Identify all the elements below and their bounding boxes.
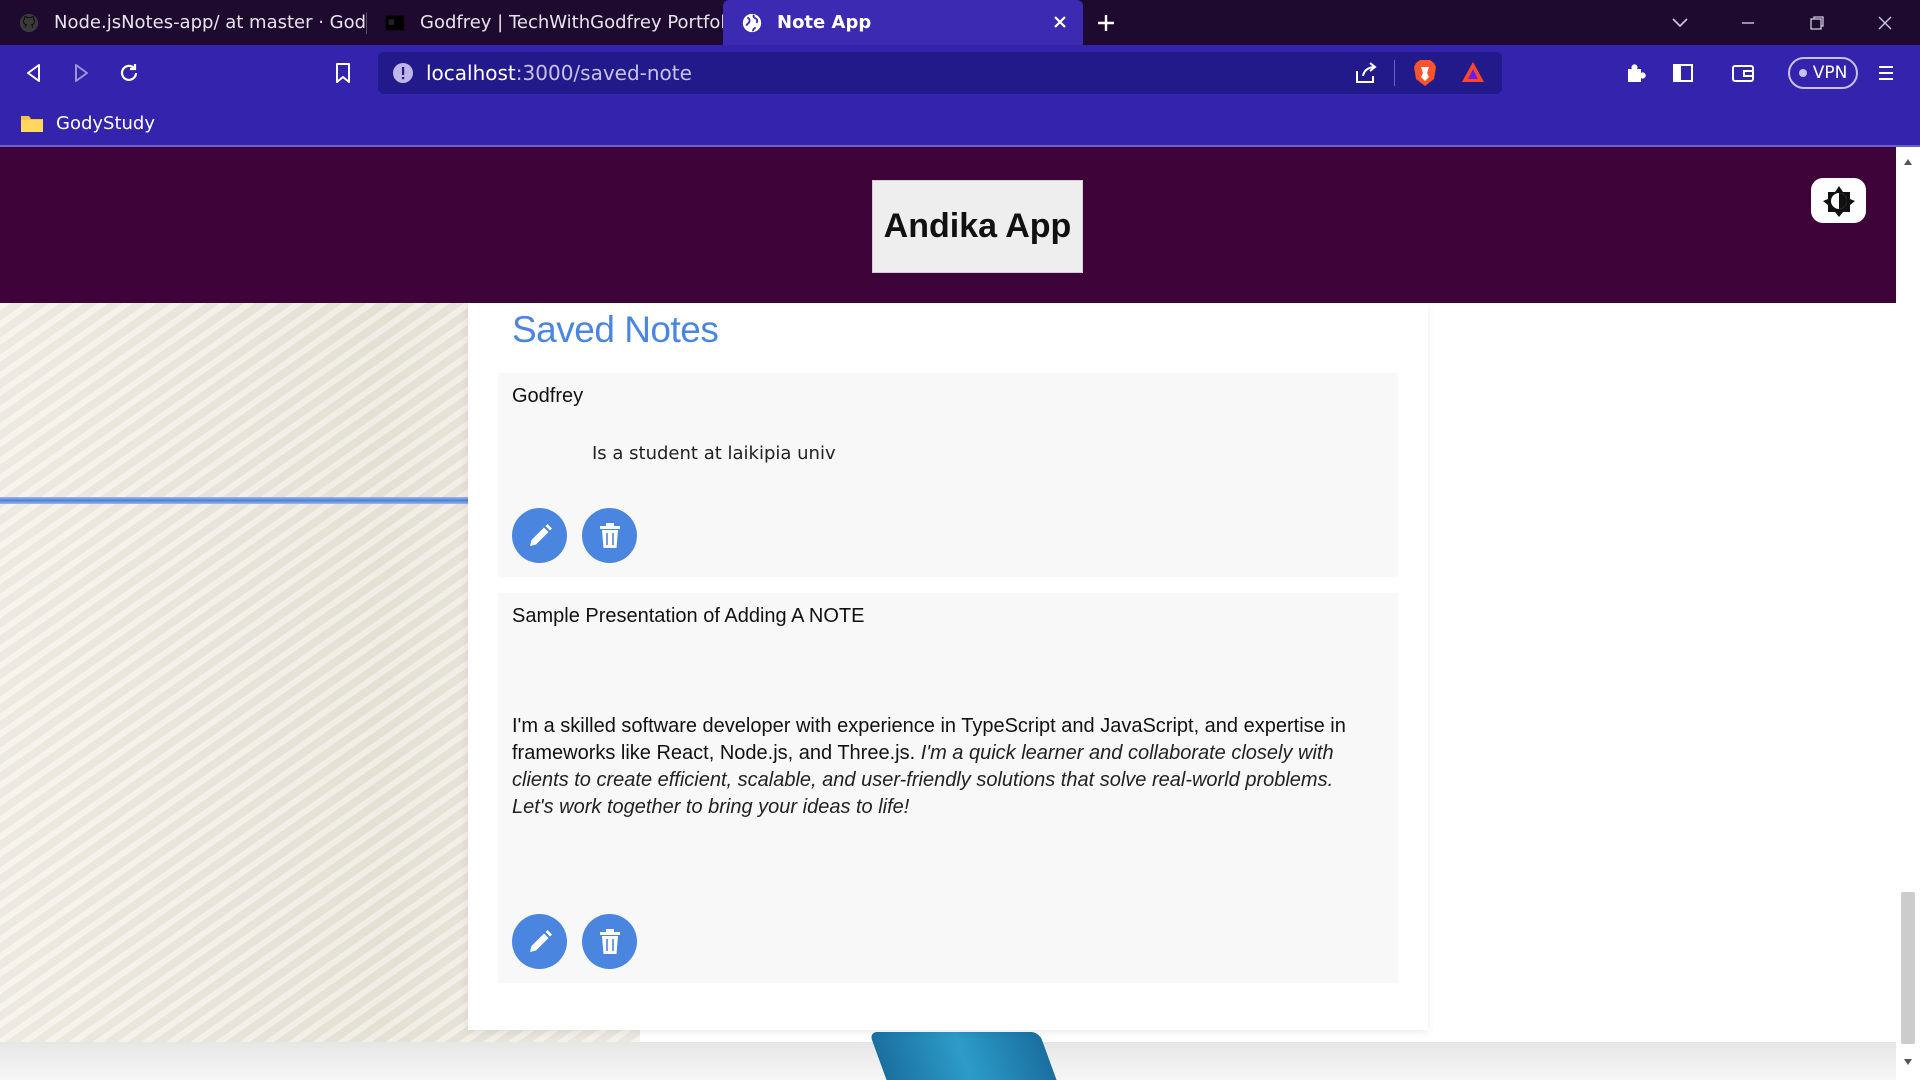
forward-arrow-icon bbox=[75, 64, 88, 82]
scrollbar-thumb[interactable] bbox=[1901, 892, 1915, 1044]
note-actions bbox=[512, 508, 637, 563]
url-text[interactable]: localhost:3000/saved-note bbox=[426, 61, 692, 85]
tab-strip: Node.jsNotes-app/ at master · GodyRe God… bbox=[0, 0, 1920, 45]
background-stripe bbox=[0, 497, 468, 504]
restore-icon bbox=[1810, 15, 1824, 30]
restore-button[interactable] bbox=[1792, 0, 1842, 45]
address-bar[interactable]: localhost:3000/saved-note bbox=[378, 52, 1502, 94]
scroll-down-arrow-icon[interactable] bbox=[1896, 1051, 1920, 1073]
background-graphic bbox=[869, 1032, 1061, 1080]
chevron-down-icon bbox=[1672, 17, 1688, 27]
bookmarks-bar: GodyStudy bbox=[0, 100, 1920, 147]
note-card: Sample Presentation of Adding A NOTE I'm… bbox=[498, 593, 1398, 983]
brightness-icon bbox=[1822, 185, 1855, 217]
minimize-button[interactable] bbox=[1723, 0, 1773, 45]
note-title: Sample Presentation of Adding A NOTE bbox=[512, 605, 865, 627]
puzzle-icon bbox=[1628, 64, 1646, 82]
url-path: :3000/saved-note bbox=[515, 61, 692, 85]
note-title: Godfrey bbox=[512, 385, 584, 407]
pencil-icon bbox=[529, 929, 552, 952]
vpn-label: VPN bbox=[1812, 63, 1848, 83]
trash-icon bbox=[599, 928, 620, 954]
site-favicon-icon bbox=[385, 15, 405, 30]
minimize-icon bbox=[1742, 21, 1754, 24]
vpn-button[interactable]: VPN bbox=[1788, 57, 1858, 89]
bookmark-folder[interactable]: GodyStudy bbox=[20, 109, 155, 137]
vertical-scrollbar[interactable] bbox=[1896, 147, 1920, 1080]
tab-title: Note App bbox=[777, 12, 872, 33]
note-card: Godfrey Is a student at laikipia univ bbox=[498, 373, 1398, 577]
notes-panel: Saved Notes Godfrey Is a student at laik… bbox=[468, 303, 1428, 1030]
tab-title: Godfrey | TechWithGodfrey Portfolio bbox=[420, 12, 723, 33]
reload-icon bbox=[120, 64, 138, 81]
address-divider bbox=[1394, 60, 1395, 86]
share-icon[interactable] bbox=[1353, 61, 1379, 89]
sidebar-button[interactable] bbox=[1665, 55, 1701, 91]
url-host: localhost bbox=[426, 61, 516, 85]
menu-button[interactable] bbox=[1868, 55, 1904, 91]
close-tab-icon[interactable] bbox=[1047, 9, 1073, 35]
hamburger-menu-icon bbox=[1879, 66, 1893, 80]
app-brand[interactable]: Andika App bbox=[872, 180, 1083, 273]
wallet-icon bbox=[1732, 65, 1754, 82]
sidebar-icon bbox=[1673, 64, 1693, 82]
edit-note-button[interactable] bbox=[512, 508, 567, 563]
plus-icon bbox=[1098, 14, 1114, 31]
note-actions bbox=[512, 914, 637, 969]
vpn-status-dot bbox=[1798, 69, 1807, 77]
brave-rewards-icon[interactable] bbox=[1460, 60, 1486, 88]
site-info-icon[interactable] bbox=[392, 62, 414, 84]
extensions-button[interactable] bbox=[1617, 55, 1653, 91]
back-button[interactable] bbox=[16, 55, 52, 91]
tab-github[interactable]: Node.jsNotes-app/ at master · GodyRe bbox=[0, 0, 366, 45]
bookmark-button[interactable] bbox=[325, 55, 361, 91]
tab-portfolio[interactable]: Godfrey | TechWithGodfrey Portfolio bbox=[366, 0, 723, 45]
tab-search-button[interactable] bbox=[1655, 0, 1705, 45]
close-icon bbox=[1878, 16, 1892, 29]
bookmark-label: GodyStudy bbox=[56, 112, 156, 134]
web-page: Andika App Saved Notes Godfrey Is a stud… bbox=[0, 147, 1896, 1080]
delete-note-button[interactable] bbox=[582, 508, 637, 563]
folder-icon bbox=[21, 116, 43, 132]
brave-shields-icon[interactable] bbox=[1412, 58, 1438, 92]
app-header: Andika App bbox=[0, 147, 1896, 303]
tab-note-app[interactable]: Note App bbox=[723, 0, 1083, 45]
globe-icon bbox=[742, 13, 762, 32]
note-body: I'm a skilled software developer with ex… bbox=[512, 713, 1372, 821]
page-title: Saved Notes bbox=[512, 309, 719, 350]
github-icon bbox=[19, 13, 39, 32]
back-arrow-icon bbox=[27, 64, 40, 82]
edit-note-button[interactable] bbox=[512, 914, 567, 969]
close-window-button[interactable] bbox=[1860, 0, 1910, 45]
delete-note-button[interactable] bbox=[582, 914, 637, 969]
trash-icon bbox=[599, 522, 620, 548]
bookmark-icon bbox=[336, 63, 350, 83]
new-tab-button[interactable] bbox=[1083, 0, 1129, 45]
scroll-up-arrow-icon[interactable] bbox=[1896, 151, 1920, 173]
pencil-icon bbox=[529, 523, 552, 546]
theme-toggle-button[interactable] bbox=[1811, 178, 1866, 223]
tab-title: Node.jsNotes-app/ at master · GodyRe bbox=[54, 12, 366, 33]
reload-button[interactable] bbox=[111, 55, 147, 91]
note-body: Is a student at laikipia univ bbox=[592, 443, 836, 464]
wallet-button[interactable] bbox=[1725, 55, 1761, 91]
forward-button[interactable] bbox=[63, 55, 99, 91]
